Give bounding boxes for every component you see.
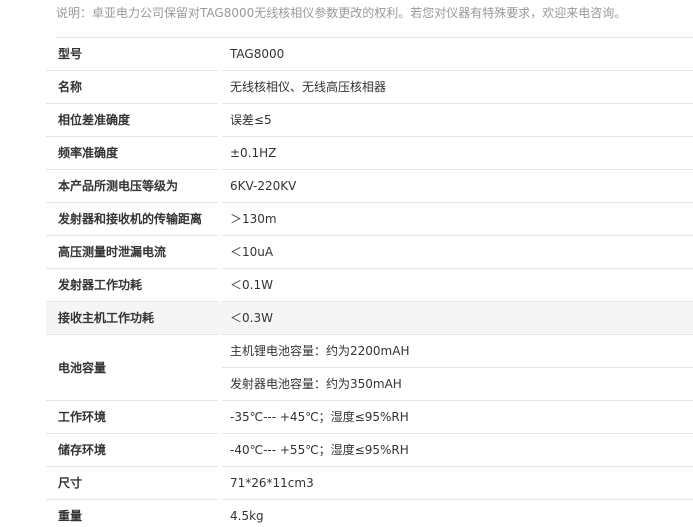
spec-page: 说明：卓亚电力公司保留对TAG8000无线核相仪参数更改的权利。若您对仪器有特殊…	[0, 0, 693, 527]
row-value-storage-environment: -40℃--- +55℃；湿度≤95%RH	[222, 433, 693, 467]
table-row: 频率准确度 ±0.1HZ	[46, 136, 693, 170]
table-row: 高压测量时泄漏电流 ＜10uA	[46, 235, 693, 269]
row-label-name: 名称	[46, 71, 222, 104]
row-value-name: 无线核相仪、无线高压核相器	[222, 70, 693, 104]
row-value-host-battery: 主机锂电池容量：约为2200mAH	[222, 334, 693, 368]
table-row: 发射器工作功耗 ＜0.1W	[46, 268, 693, 302]
row-value-frequency-accuracy: ±0.1HZ	[222, 136, 693, 170]
row-label-phase-accuracy: 相位差准确度	[46, 104, 222, 137]
row-label-battery-capacity: 电池容量	[46, 335, 222, 401]
row-value-model: TAG8000	[222, 38, 693, 71]
spec-table: 型号 TAG8000 名称 无线核相仪、无线高压核相器 相位差准确度 误差≤5 …	[46, 38, 693, 527]
row-label-size: 尺寸	[46, 467, 222, 500]
table-row: 名称 无线核相仪、无线高压核相器	[46, 70, 693, 104]
row-value-leakage-current: ＜10uA	[222, 235, 693, 269]
row-label-frequency-accuracy: 频率准确度	[46, 137, 222, 170]
row-label-working-environment: 工作环境	[46, 401, 222, 434]
row-value-size: 71*26*11cm3	[222, 466, 693, 500]
row-value-transmission-distance: ＞130m	[222, 202, 693, 236]
row-label-transmitter-power: 发射器工作功耗	[46, 269, 222, 302]
table-row: 型号 TAG8000	[46, 38, 693, 71]
row-label-leakage-current: 高压测量时泄漏电流	[46, 236, 222, 269]
row-value-phase-accuracy: 误差≤5	[222, 103, 693, 137]
table-row: 电池容量 主机锂电池容量：约为2200mAH	[46, 334, 693, 401]
row-label-voltage-level: 本产品所测电压等级为	[46, 170, 222, 203]
row-label-transmission-distance: 发射器和接收机的传输距离	[46, 203, 222, 236]
table-row: 尺寸 71*26*11cm3	[46, 466, 693, 500]
table-row-highlighted: 接收主机工作功耗 ＜0.3W	[46, 301, 693, 335]
row-value-transmitter-battery: 发射器电池容量：约为350mAH	[222, 367, 693, 401]
row-value-transmitter-power: ＜0.1W	[222, 268, 693, 302]
row-value-receiver-power: ＜0.3W	[222, 301, 693, 335]
table-row: 相位差准确度 误差≤5	[46, 103, 693, 137]
table-row: 本产品所测电压等级为 6KV-220KV	[46, 169, 693, 203]
row-label-storage-environment: 储存环境	[46, 434, 222, 467]
row-value-voltage-level: 6KV-220KV	[222, 169, 693, 203]
row-label-model: 型号	[46, 38, 222, 71]
row-label-receiver-power: 接收主机工作功耗	[46, 301, 222, 335]
row-value-working-environment: -35℃--- +45℃；湿度≤95%RH	[222, 400, 693, 434]
row-value-weight: 4.5kg	[230, 509, 264, 523]
table-row: 储存环境 -40℃--- +55℃；湿度≤95%RH	[46, 433, 693, 467]
disclaimer-note: 说明：卓亚电力公司保留对TAG8000无线核相仪参数更改的权利。若您对仪器有特殊…	[56, 6, 627, 20]
row-label-weight: 重量	[58, 508, 83, 523]
table-row: 重量 4.5kg	[46, 500, 693, 527]
table-row: 工作环境 -35℃--- +45℃；湿度≤95%RH	[46, 400, 693, 434]
table-row: 发射器和接收机的传输距离 ＞130m	[46, 202, 693, 236]
